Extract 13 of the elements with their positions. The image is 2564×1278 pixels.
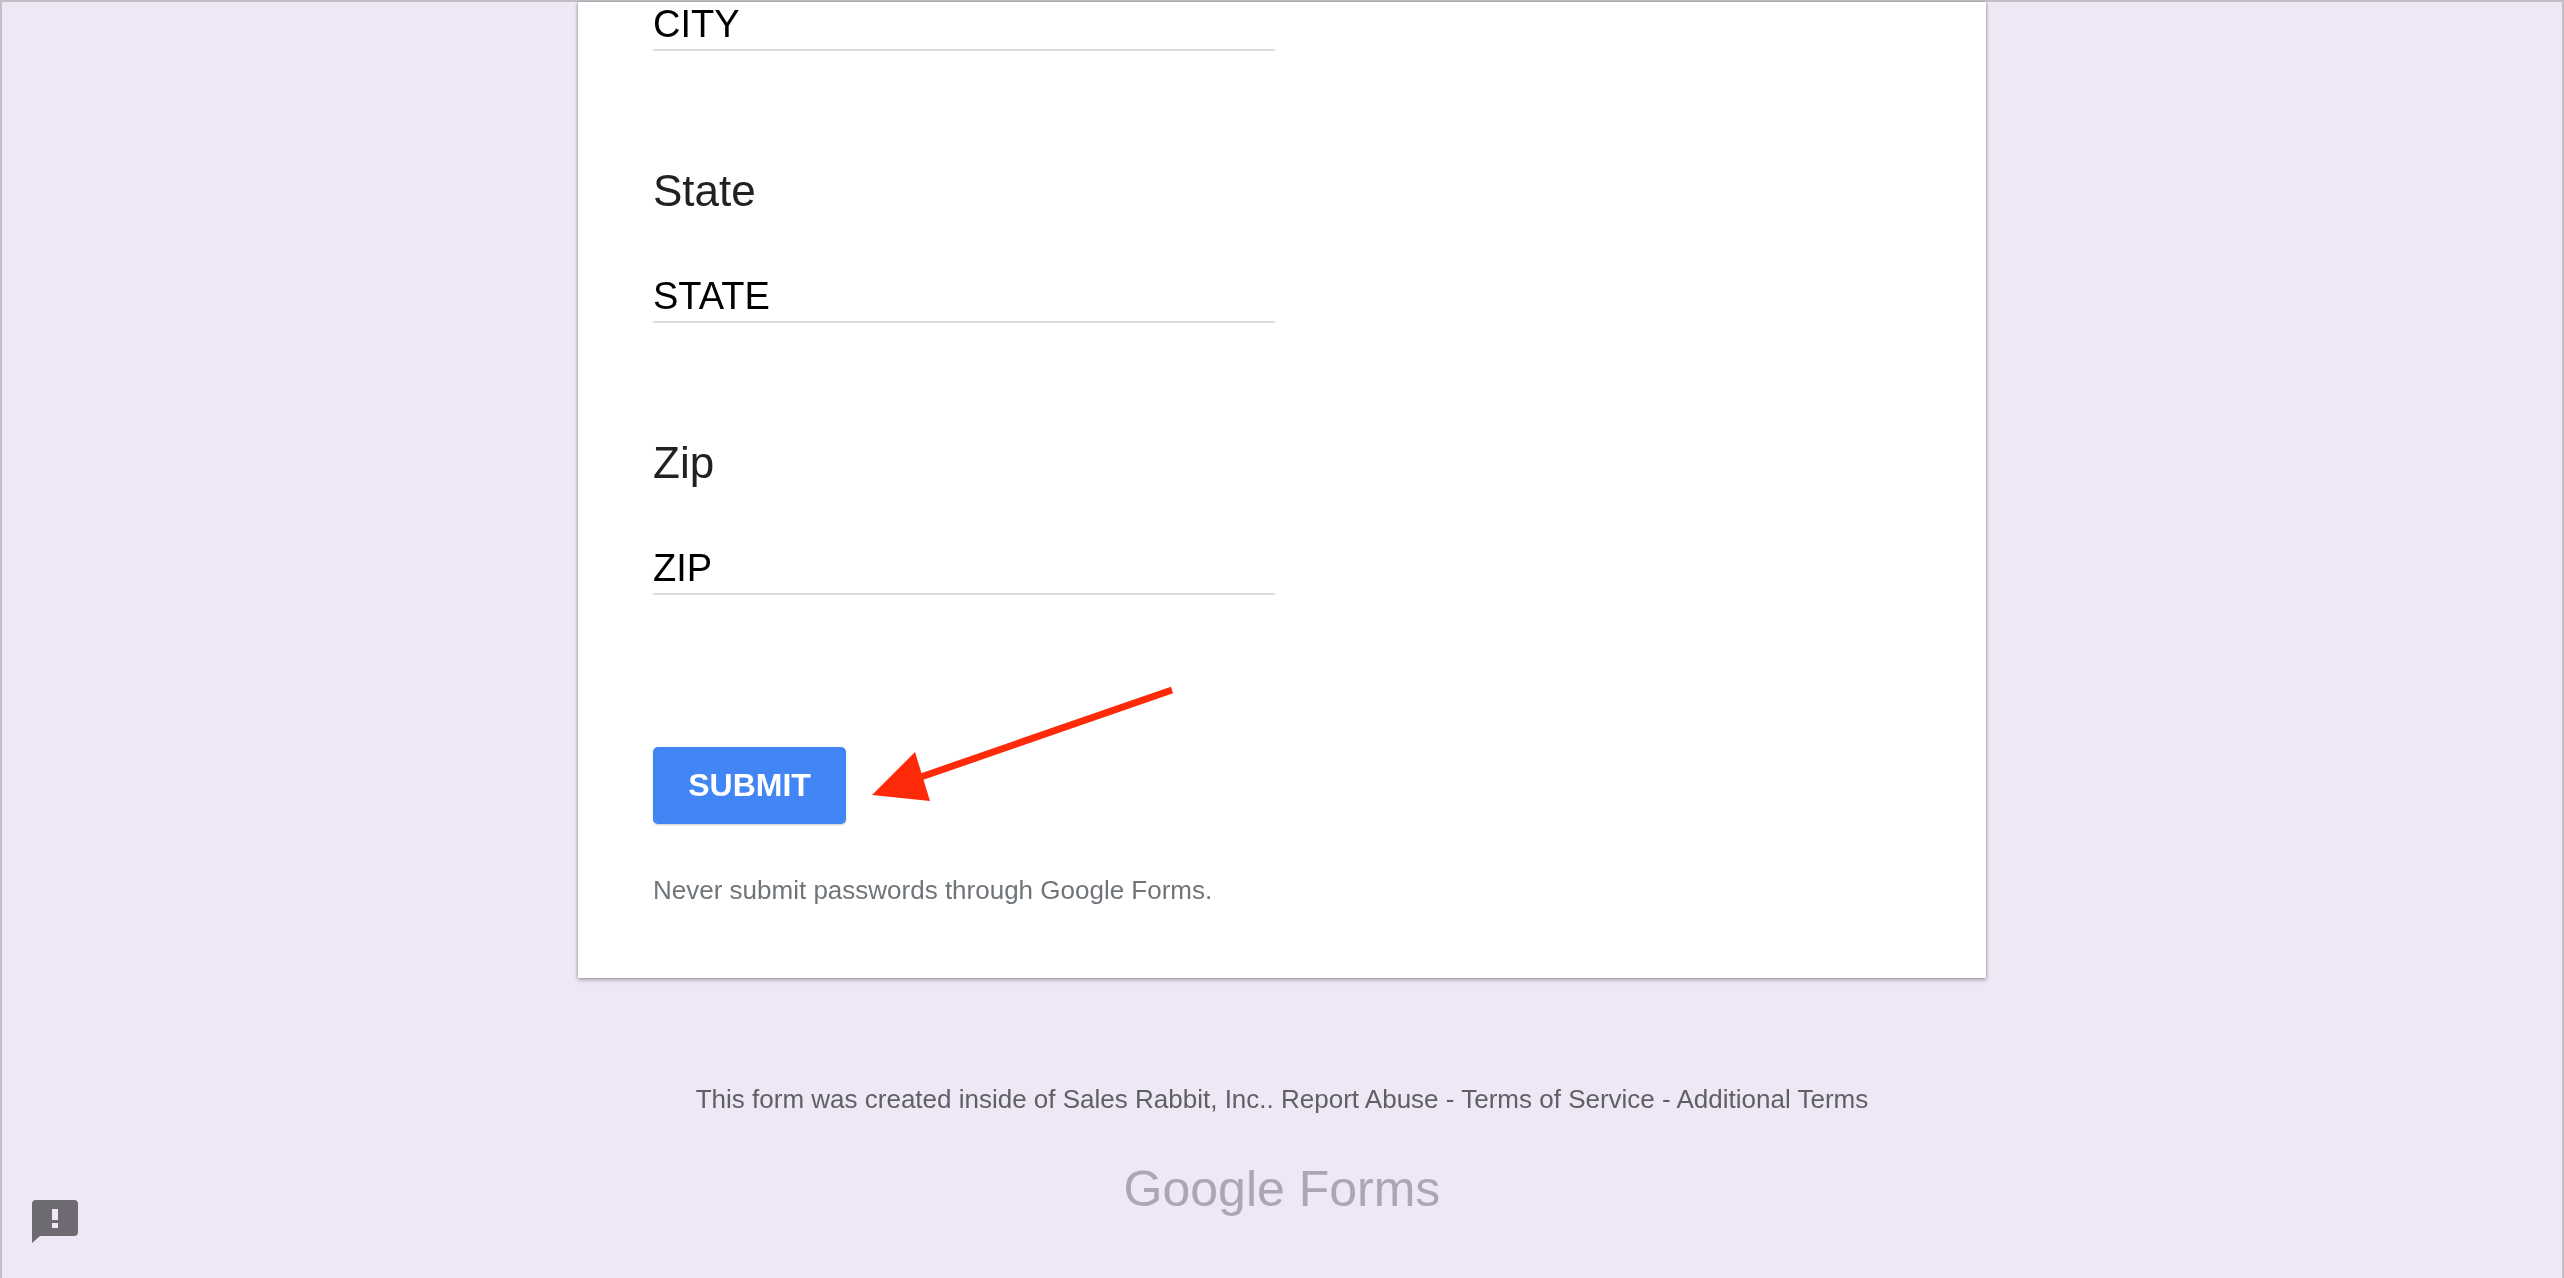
question-title: State (653, 165, 756, 217)
answer-field[interactable]: STATE (653, 274, 1275, 323)
footer-logo: Google Forms (1123, 1160, 1441, 1219)
footer-link[interactable]: Additional Terms (1676, 1084, 1869, 1114)
submit-button[interactable]: SUBMIT (653, 747, 846, 824)
disclaimer-text: Never submit passwords through Google Forms. (653, 874, 1213, 906)
answer-field[interactable]: ZIP (653, 546, 1275, 595)
question-title: Zip (653, 437, 715, 489)
speech-bubble-icon[interactable] (32, 1200, 78, 1243)
footer-link[interactable]: Report Abuse (1281, 1084, 1439, 1114)
footer-link[interactable]: Terms of Service (1461, 1084, 1655, 1114)
footer-text: This form was created inside of Sales Rabbit, Inc.. Report Abuse - Terms of Service - Additional Terms (695, 1083, 1869, 1116)
answer-field[interactable]: CITY (653, 2, 1275, 51)
